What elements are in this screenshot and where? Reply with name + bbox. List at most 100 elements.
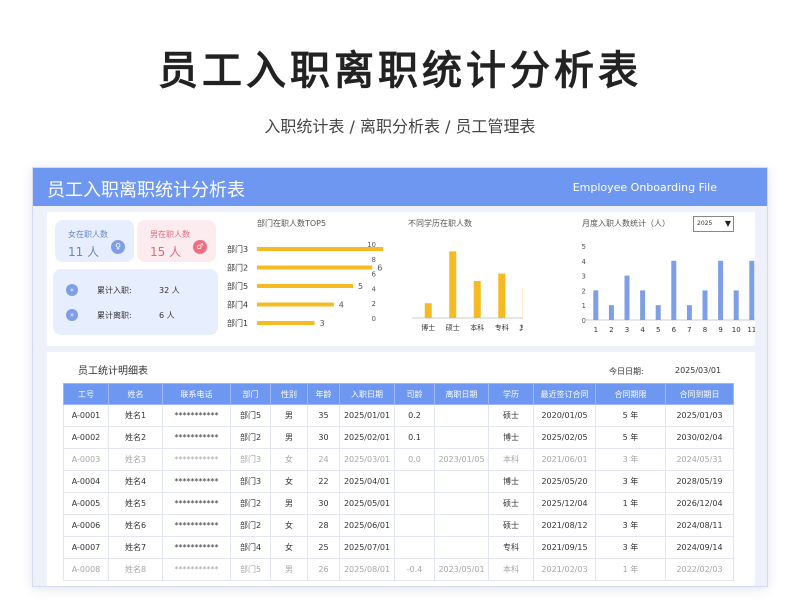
table-cell[interactable]: 本科: [488, 448, 534, 471]
table-cell[interactable]: 本科: [488, 558, 534, 581]
table-row[interactable]: A-0001 姓名1 *********** 部门5 男 35 2025/01/01 0.2 硕…: [63, 404, 734, 427]
table-cell[interactable]: [434, 426, 489, 449]
table-cell[interactable]: 女: [270, 514, 308, 537]
table-cell[interactable]: 0.2: [394, 404, 435, 427]
table-cell[interactable]: [434, 404, 489, 427]
table-cell[interactable]: 博士: [488, 426, 534, 449]
table-cell[interactable]: A-0006: [63, 514, 109, 537]
table-cell[interactable]: 部门2: [230, 426, 271, 449]
table-cell[interactable]: 2025/08/01: [339, 558, 395, 581]
table-cell[interactable]: 0.1: [394, 426, 435, 449]
table-cell[interactable]: 部门5: [230, 558, 271, 581]
table-cell[interactable]: 28: [307, 514, 340, 537]
table-cell[interactable]: [434, 470, 489, 493]
table-cell[interactable]: 3 年: [595, 470, 666, 493]
table-cell[interactable]: 30: [307, 492, 340, 515]
table-cell[interactable]: 2024/05/31: [665, 448, 734, 471]
table-cell[interactable]: 2025/01/01: [339, 404, 395, 427]
table-cell[interactable]: 2025/05/01: [339, 492, 395, 515]
table-cell[interactable]: ***********: [162, 470, 231, 493]
table-cell[interactable]: ***********: [162, 448, 231, 471]
table-cell[interactable]: 1 年: [595, 492, 666, 515]
table-cell[interactable]: 姓名4: [108, 470, 163, 493]
table-cell[interactable]: 男: [270, 492, 308, 515]
table-cell[interactable]: 姓名1: [108, 404, 163, 427]
table-cell[interactable]: 姓名7: [108, 536, 163, 559]
table-cell[interactable]: 2025/12/04: [533, 492, 596, 515]
table-cell[interactable]: 5 年: [595, 426, 666, 449]
table-cell[interactable]: 博士: [488, 470, 534, 493]
table-row[interactable]: A-0007 姓名7 *********** 部门4 女 25 2025/07/01 专科 20…: [63, 536, 734, 559]
table-cell[interactable]: [434, 492, 489, 515]
table-cell[interactable]: 3 年: [595, 536, 666, 559]
table-cell[interactable]: 女: [270, 448, 308, 471]
table-cell[interactable]: 女: [270, 470, 308, 493]
table-cell[interactable]: ***********: [162, 514, 231, 537]
table-cell[interactable]: ***********: [162, 536, 231, 559]
table-cell[interactable]: 24: [307, 448, 340, 471]
table-cell[interactable]: A-0008: [63, 558, 109, 581]
table-cell[interactable]: 2021/09/15: [533, 536, 596, 559]
table-row[interactable]: A-0008 姓名8 *********** 部门5 男 26 2025/08/01 -0.4…: [63, 558, 734, 581]
table-cell[interactable]: 2022/02/03: [665, 558, 734, 581]
table-cell[interactable]: 部门3: [230, 448, 271, 471]
table-cell[interactable]: 部门5: [230, 404, 271, 427]
table-cell[interactable]: A-0001: [63, 404, 109, 427]
table-cell[interactable]: A-0002: [63, 426, 109, 449]
table-cell[interactable]: 2025/03/01: [339, 448, 395, 471]
table-cell[interactable]: 硕士: [488, 514, 534, 537]
table-cell[interactable]: 2030/02/04: [665, 426, 734, 449]
table-cell[interactable]: 女: [270, 536, 308, 559]
table-cell[interactable]: [394, 514, 435, 537]
table-row[interactable]: A-0006 姓名6 *********** 部门2 女 28 2025/06/01 硕士 20…: [63, 514, 734, 537]
table-cell[interactable]: 2021/02/03: [533, 558, 596, 581]
table-cell[interactable]: 3 年: [595, 514, 666, 537]
table-cell[interactable]: 男: [270, 558, 308, 581]
table-cell[interactable]: A-0005: [63, 492, 109, 515]
table-cell[interactable]: 2025/06/01: [339, 514, 395, 537]
table-cell[interactable]: A-0007: [63, 536, 109, 559]
table-cell[interactable]: 姓名5: [108, 492, 163, 515]
table-cell[interactable]: 26: [307, 558, 340, 581]
table-cell[interactable]: [434, 536, 489, 559]
table-cell[interactable]: 2023/01/05: [434, 448, 489, 471]
table-cell[interactable]: 25: [307, 536, 340, 559]
table-cell[interactable]: 男: [270, 426, 308, 449]
table-cell[interactable]: 部门2: [230, 514, 271, 537]
table-cell[interactable]: 姓名2: [108, 426, 163, 449]
table-cell[interactable]: 2028/05/19: [665, 470, 734, 493]
table-cell[interactable]: 2025/04/01: [339, 470, 395, 493]
table-cell[interactable]: [394, 536, 435, 559]
table-cell[interactable]: 2020/01/05: [533, 404, 596, 427]
table-cell[interactable]: 硕士: [488, 404, 534, 427]
table-cell[interactable]: 2023/05/01: [434, 558, 489, 581]
table-cell[interactable]: 0.0: [394, 448, 435, 471]
table-cell[interactable]: 1 年: [595, 558, 666, 581]
table-cell[interactable]: 2024/08/11: [665, 514, 734, 537]
table-cell[interactable]: 35: [307, 404, 340, 427]
table-cell[interactable]: 2025/05/20: [533, 470, 596, 493]
table-cell[interactable]: ***********: [162, 426, 231, 449]
table-cell[interactable]: [394, 492, 435, 515]
table-cell[interactable]: A-0004: [63, 470, 109, 493]
table-cell[interactable]: 2025/02/05: [533, 426, 596, 449]
table-cell[interactable]: 硕士: [488, 492, 534, 515]
table-cell[interactable]: 男: [270, 404, 308, 427]
table-cell[interactable]: 3 年: [595, 448, 666, 471]
table-cell[interactable]: 2021/06/01: [533, 448, 596, 471]
table-cell[interactable]: 2025/07/01: [339, 536, 395, 559]
table-cell[interactable]: [394, 470, 435, 493]
table-cell[interactable]: 2025/01/03: [665, 404, 734, 427]
table-cell[interactable]: 部门2: [230, 492, 271, 515]
table-cell[interactable]: -0.4: [394, 558, 435, 581]
table-cell[interactable]: ***********: [162, 558, 231, 581]
table-cell[interactable]: 专科: [488, 536, 534, 559]
table-cell[interactable]: 22: [307, 470, 340, 493]
table-cell[interactable]: ***********: [162, 404, 231, 427]
table-cell[interactable]: 姓名8: [108, 558, 163, 581]
table-cell[interactable]: 2021/08/12: [533, 514, 596, 537]
table-cell[interactable]: [434, 514, 489, 537]
table-cell[interactable]: 姓名3: [108, 448, 163, 471]
table-row[interactable]: A-0003 姓名3 *********** 部门3 女 24 2025/03/01 0.0 2…: [63, 448, 734, 471]
table-row[interactable]: A-0004 姓名4 *********** 部门3 女 22 2025/04/01 博士 20…: [63, 470, 734, 493]
